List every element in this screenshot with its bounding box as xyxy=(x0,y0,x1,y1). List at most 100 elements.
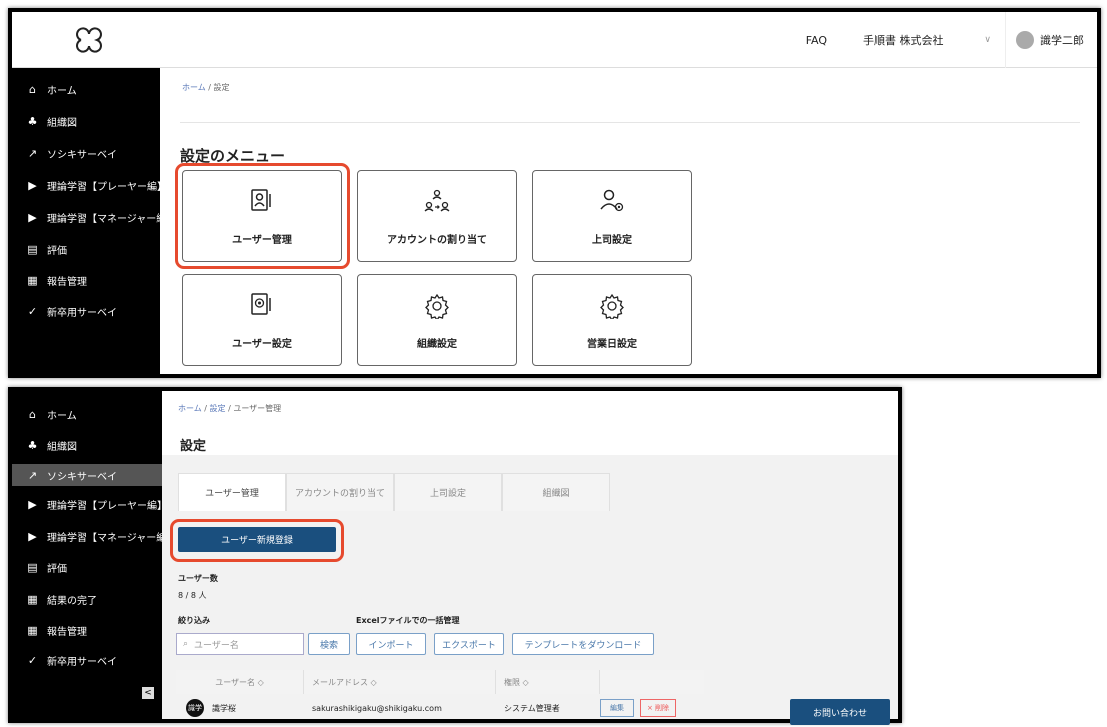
sidebar-item-label: 結果の完了 xyxy=(47,596,97,607)
play-icon: ▶ xyxy=(28,498,37,511)
table-row: 識学 識学桜 sakurashikigaku@shikigaku.com システ… xyxy=(176,695,704,721)
account-assign-icon xyxy=(424,189,450,212)
card-label: アカウントの割り当て xyxy=(387,235,487,246)
top-header: FAQ 手順書 株式会社 ∨ 識学二郎 xyxy=(12,12,1097,68)
cell-username: 識学 識学桜 xyxy=(176,699,304,717)
card-label: 上司設定 xyxy=(592,235,632,246)
sidebar-item-newgrad-survey[interactable]: ✓ 新卒用サーベイ xyxy=(26,304,117,319)
search-icon: ⌕ xyxy=(183,639,189,649)
sidebar-item-evaluation[interactable]: ▤ 評価 xyxy=(26,242,67,257)
card-label: ユーザー設定 xyxy=(232,339,292,350)
breadcrumb-home[interactable]: ホーム xyxy=(178,404,202,413)
search-placeholder: ユーザー名 xyxy=(194,640,239,651)
user-gear-icon xyxy=(600,189,624,212)
filter-label: 絞り込み xyxy=(178,616,210,625)
column-header-email[interactable]: メールアドレス ◇ xyxy=(304,670,496,694)
sidebar-item-label: 報告管理 xyxy=(47,627,87,638)
template-download-button[interactable]: テンプレートをダウンロード xyxy=(512,633,654,655)
user-name: 識学二郎 xyxy=(1040,34,1084,47)
table-icon: ▦ xyxy=(27,274,38,287)
breadcrumb-separator: / xyxy=(201,404,210,413)
tab-account-assignment[interactable]: アカウントの割り当て xyxy=(286,473,394,511)
card-organization-settings[interactable]: 組織設定 xyxy=(357,274,517,366)
company-select[interactable]: 手順書 株式会社 ∨ xyxy=(857,27,997,53)
highlight-box xyxy=(175,163,350,269)
sidebar-item-theory-manager[interactable]: ▶ 理論学習【マネージャー編】 xyxy=(26,210,176,225)
search-input[interactable]: ⌕ ユーザー名 xyxy=(176,633,304,655)
tab-user-management[interactable]: ユーザー管理 xyxy=(178,473,286,511)
org-chart-icon: ♣ xyxy=(27,115,38,128)
sidebar-item-label: 組織図 xyxy=(47,442,77,453)
sidebar-item-theory-player[interactable]: ▶ 理論学習【プレーヤー編】 xyxy=(26,178,167,193)
play-icon: ▶ xyxy=(28,530,37,543)
breadcrumb-settings[interactable]: 設定 xyxy=(210,404,226,413)
page-title: 設定 xyxy=(180,439,207,454)
table-icon: ▦ xyxy=(27,593,38,606)
tab-org-chart[interactable]: 組織図 xyxy=(502,473,610,511)
card-label: 組織設定 xyxy=(417,339,457,350)
excel-label: Excelファイルでの一括管理 xyxy=(356,616,460,625)
gear-icon xyxy=(425,293,449,319)
sidebar-item-survey[interactable]: ↗ ソシキサーベイ xyxy=(12,464,162,486)
sidebar-item-theory-player[interactable]: ▶ 理論学習【プレーヤー編】 xyxy=(26,497,167,512)
breadcrumb-home[interactable]: ホーム xyxy=(182,83,206,92)
contact-button[interactable]: お問い合わせ xyxy=(790,699,890,725)
sidebar-item-reports[interactable]: ▦ 報告管理 xyxy=(26,273,87,288)
sidebar-item-survey[interactable]: ↗ ソシキサーベイ xyxy=(26,146,117,161)
breadcrumb-current: ユーザー管理 xyxy=(233,404,282,413)
user-count-value: 8 / 8 人 xyxy=(178,591,207,600)
home-icon: ⌂ xyxy=(29,83,36,96)
column-header-username[interactable]: ユーザー名 ◇ xyxy=(176,670,304,694)
export-button[interactable]: エクスポート xyxy=(434,633,504,655)
sidebar: ⌂ ホーム ♣ 組織図 ↗ ソシキサーベイ ▶ 理論学習【プレーヤー編】 ▶ 理論学習【マ… xyxy=(12,68,176,374)
card-business-day-settings[interactable]: 営業日設定 xyxy=(532,274,692,366)
play-icon: ▶ xyxy=(28,179,37,192)
sidebar-item-label: 新卒用サーベイ xyxy=(47,308,117,319)
main-content: ホーム / 設定 設定のメニュー ユーザー管理 アカウントの割り当て 上司設定 … xyxy=(160,68,1097,374)
sidebar-item-label: ホーム xyxy=(47,86,77,97)
chart-icon: ↗ xyxy=(27,468,38,482)
edit-button[interactable]: 編集 xyxy=(600,699,634,717)
sidebar-item-label: 理論学習【マネージャー編】 xyxy=(47,214,177,225)
document-icon: ▤ xyxy=(27,243,38,256)
sidebar-item-label: ソシキサーベイ xyxy=(47,471,117,483)
delete-button[interactable]: × 削除 xyxy=(640,699,676,717)
document-icon: ▤ xyxy=(27,561,38,574)
sidebar-item-evaluation[interactable]: ▤ 評価 xyxy=(26,560,67,575)
faq-link[interactable]: FAQ xyxy=(806,34,827,47)
sidebar-item-newgrad-survey[interactable]: ✓ 新卒用サーベイ xyxy=(26,653,117,668)
app-logo-icon[interactable] xyxy=(67,20,111,60)
breadcrumb-current: 設定 xyxy=(213,83,230,92)
search-button[interactable]: 検索 xyxy=(308,633,350,655)
sidebar-item-theory-manager[interactable]: ▶ 理論学習【マネージャー編】 xyxy=(26,529,176,544)
home-icon: ⌂ xyxy=(29,408,36,421)
settings-menu-screenshot: FAQ 手順書 株式会社 ∨ 識学二郎 ⌂ ホーム ♣ 組織図 ↗ ソシキサーベイ ▶… xyxy=(8,8,1101,378)
sidebar-item-label: 組織図 xyxy=(47,118,77,129)
sidebar-item-org-chart[interactable]: ♣ 組織図 xyxy=(26,438,77,453)
card-supervisor-settings[interactable]: 上司設定 xyxy=(532,170,692,262)
column-header-role[interactable]: 権限 ◇ xyxy=(496,670,600,694)
tab-supervisor-settings[interactable]: 上司設定 xyxy=(394,473,502,511)
user-name: 識学桜 xyxy=(212,703,236,713)
collapse-sidebar-icon[interactable]: < xyxy=(142,687,154,699)
tab-bar: ユーザー管理 アカウントの割り当て 上司設定 組織図 xyxy=(178,473,610,511)
import-button[interactable]: インポート xyxy=(356,633,426,655)
sidebar: ⌂ ホーム ♣ 組織図 ↗ ソシキサーベイ ▶ 理論学習【プレーヤー編】 ▶ 理論学習【マ… xyxy=(12,391,176,719)
avatar: 識学 xyxy=(186,699,204,717)
sidebar-item-label: 新卒用サーベイ xyxy=(47,657,117,668)
user-menu[interactable]: 識学二郎 xyxy=(1005,12,1097,68)
card-user-settings[interactable]: ユーザー設定 xyxy=(182,274,342,366)
sidebar-item-label: 理論学習【プレーヤー編】 xyxy=(47,501,167,512)
sidebar-item-home[interactable]: ⌂ ホーム xyxy=(26,82,77,97)
table-icon: ▦ xyxy=(27,624,38,637)
sidebar-item-home[interactable]: ⌂ ホーム xyxy=(26,407,77,422)
company-name: 手順書 株式会社 xyxy=(863,34,944,47)
card-account-assignment[interactable]: アカウントの割り当て xyxy=(357,170,517,262)
sidebar-item-results[interactable]: ▦ 結果の完了 xyxy=(26,592,97,607)
sidebar-item-label: 評価 xyxy=(47,246,67,257)
sidebar-item-org-chart[interactable]: ♣ 組織図 xyxy=(26,114,77,129)
avatar xyxy=(1016,31,1034,49)
sidebar-item-reports[interactable]: ▦ 報告管理 xyxy=(26,623,87,638)
divider xyxy=(180,122,1080,123)
breadcrumb: ホーム / 設定 / ユーザー管理 xyxy=(178,403,281,414)
